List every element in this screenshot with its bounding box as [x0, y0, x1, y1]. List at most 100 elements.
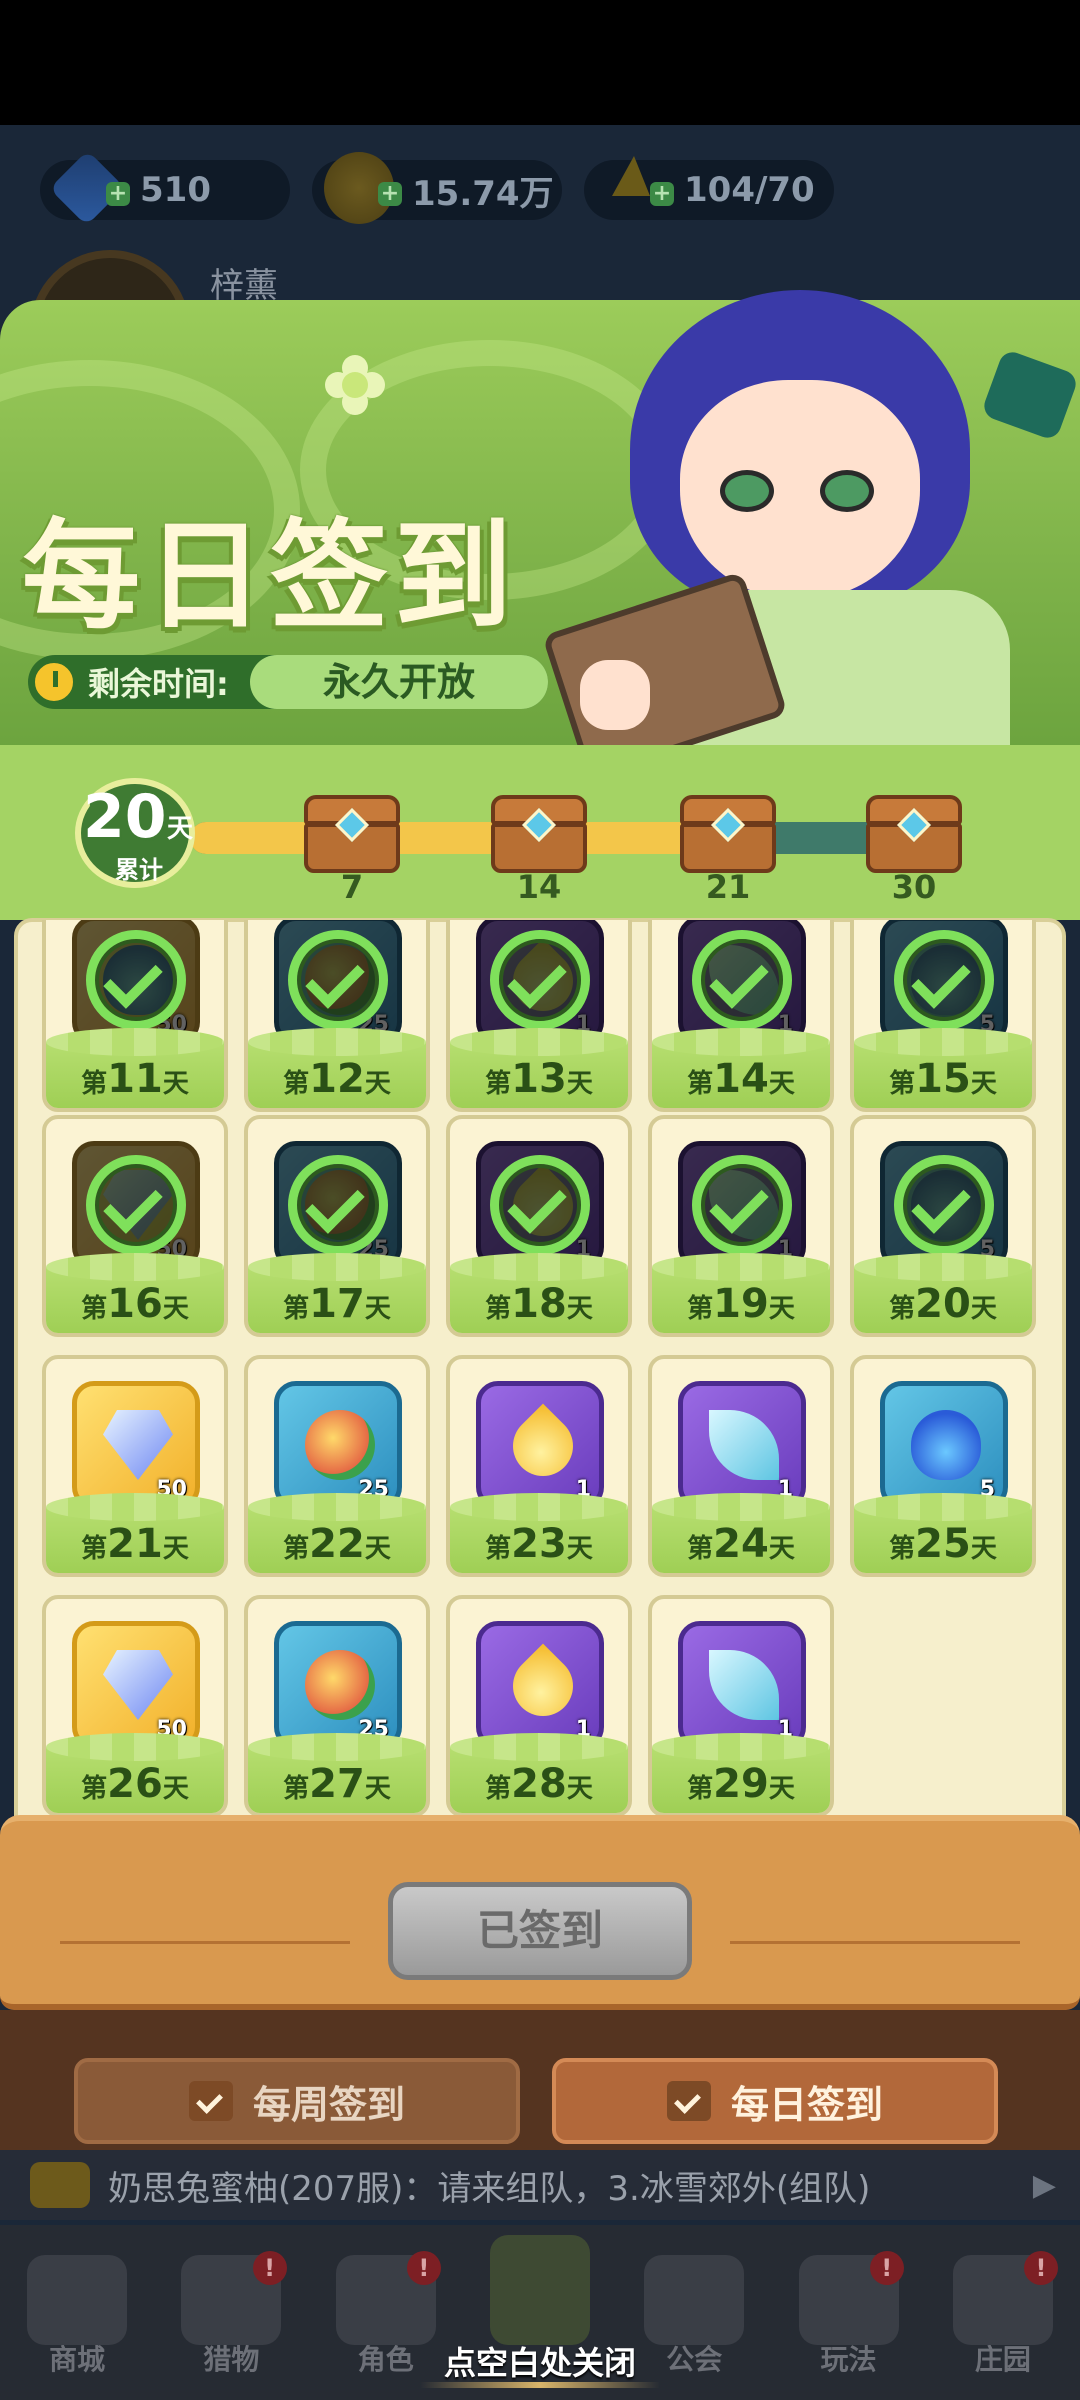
- tab-weekly-label: 每周签到: [252, 2082, 405, 2127]
- alert-badge: !: [1023, 2251, 1058, 2285]
- day-label: 第16天: [81, 1281, 189, 1327]
- day-label: 第27天: [283, 1761, 391, 1807]
- day-label: 第14天: [687, 1056, 795, 1102]
- reward-item-icon: 25: [274, 1381, 402, 1509]
- coins-pill[interactable]: + 15.74万: [312, 152, 562, 224]
- signed-button[interactable]: 已签到: [388, 1882, 692, 1980]
- reward-item-icon: 50: [72, 1621, 200, 1749]
- calendar-day-cell[interactable]: 1 第29天: [648, 1595, 834, 1817]
- alert-badge: !: [406, 2251, 441, 2285]
- milestone-chest-icon[interactable]: [680, 795, 776, 873]
- tab-weekly-checkin[interactable]: 每周签到: [74, 2058, 520, 2144]
- remaining-value: 永久开放: [250, 655, 548, 709]
- resource-bar: + 510 + 15.74万 + 104/70: [40, 150, 834, 226]
- calendar-day-cell[interactable]: 25 第17天: [244, 1115, 430, 1337]
- reward-item-icon: 1: [678, 1621, 806, 1749]
- day-label: 第11天: [81, 1056, 189, 1102]
- energy-value: 104/70: [684, 170, 815, 210]
- day-label: 第21天: [81, 1521, 189, 1567]
- chat-message: 奶思兔蜜柚(207服)：请来组队，3.冰雪郊外(组队): [108, 2168, 871, 2209]
- close-hint-label: 点空白处关闭: [443, 2344, 636, 2382]
- calendar-day-cell[interactable]: 50 第21天: [42, 1355, 228, 1577]
- milestone-label: 14: [516, 868, 562, 906]
- calendar-grid: 50 第11天 25 第12天 1 第13天 1 第14天 5 第15天 50 第16天 25 第17天 1…: [28, 920, 1062, 1830]
- day-label: 第23天: [485, 1521, 593, 1567]
- reward-item-icon: 5: [880, 1381, 1008, 1509]
- checkmark-icon: [490, 930, 590, 1030]
- day-label: 第15天: [889, 1056, 997, 1102]
- remaining-time: 剩余时间: 永久开放: [28, 655, 548, 709]
- plus-icon: +: [378, 182, 402, 206]
- milestone-label: 30: [891, 868, 937, 906]
- day-label: 第25天: [889, 1521, 997, 1567]
- checkmark-icon: [894, 1155, 994, 1255]
- day-label: 第24天: [687, 1521, 795, 1567]
- status-bar: [0, 0, 1080, 125]
- calendar-day-cell[interactable]: 50 第26天: [42, 1595, 228, 1817]
- day-label: 第26天: [81, 1761, 189, 1807]
- day-label: 第22天: [283, 1521, 391, 1567]
- day-label: 第18天: [485, 1281, 593, 1327]
- event-title: 每日签到: [22, 507, 519, 645]
- progress-fill: [190, 822, 704, 854]
- calendar-day-cell[interactable]: 1 第18天: [446, 1115, 632, 1337]
- cumulative-days: 20: [83, 782, 167, 852]
- energy-pill[interactable]: + 104/70: [584, 156, 834, 220]
- checkmark-icon: [692, 1155, 792, 1255]
- close-hint[interactable]: 点空白处关闭: [0, 2338, 1080, 2388]
- calendar-day-cell[interactable]: 1 第19天: [648, 1115, 834, 1337]
- coins-value: 15.74万: [412, 173, 554, 214]
- chat-bar[interactable]: 奶思兔蜜柚(207服)：请来组队，3.冰雪郊外(组队) ▶: [0, 2150, 1080, 2220]
- checkmark-icon: [692, 930, 792, 1030]
- calendar-day-cell[interactable]: 25 第22天: [244, 1355, 430, 1577]
- calendar-day-cell[interactable]: 1 第28天: [446, 1595, 632, 1817]
- calendar-day-cell[interactable]: 25 第27天: [244, 1595, 430, 1817]
- calendar-day-cell[interactable]: 50 第16天: [42, 1115, 228, 1337]
- day-label: 第17天: [283, 1281, 391, 1327]
- calendar-day-cell[interactable]: 5 第20天: [850, 1115, 1036, 1337]
- reward-item-icon: 1: [476, 1621, 604, 1749]
- chevron-right-icon: ▶: [1032, 2168, 1056, 2203]
- checkmark-icon: [288, 930, 388, 1030]
- alert-badge: !: [869, 2251, 904, 2285]
- reward-item-icon: 1: [476, 1381, 604, 1509]
- character-illustration: [541, 280, 1080, 790]
- cumulative-days-badge: 20 天 累计: [75, 778, 195, 888]
- checkmark-icon: [288, 1155, 388, 1255]
- reward-item-icon: 25: [274, 1621, 402, 1749]
- tab-daily-label: 每日签到: [730, 2082, 883, 2127]
- day-label: 第29天: [687, 1761, 795, 1807]
- clock-icon: [30, 658, 78, 706]
- reward-item-icon: 50: [72, 1381, 200, 1509]
- checkmark-icon: [894, 930, 994, 1030]
- calendar-day-cell[interactable]: 5 第15天: [850, 920, 1036, 1112]
- milestone-chest-icon[interactable]: [866, 795, 962, 873]
- calendar-day-cell[interactable]: 50 第11天: [42, 920, 228, 1112]
- plus-icon: +: [650, 182, 674, 206]
- flower-icon: [325, 355, 385, 415]
- calendar-icon: [666, 2081, 711, 2121]
- calendar-day-cell[interactable]: 1 第14天: [648, 920, 834, 1112]
- checkmark-icon: [490, 1155, 590, 1255]
- milestone-label: 7: [340, 868, 364, 906]
- milestone-chest-icon[interactable]: [304, 795, 400, 873]
- milestone-chest-icon[interactable]: [491, 795, 587, 873]
- checkmark-icon: [86, 930, 186, 1030]
- gems-value: 510: [140, 170, 211, 210]
- tab-daily-checkin[interactable]: 每日签到: [552, 2058, 998, 2144]
- calendar-day-cell[interactable]: 1 第13天: [446, 920, 632, 1112]
- calendar-icon: [188, 2081, 233, 2121]
- cumulative-caption: 累计: [115, 856, 163, 884]
- alert-badge: !: [252, 2251, 287, 2285]
- calendar-day-cell[interactable]: 1 第23天: [446, 1355, 632, 1577]
- reward-item-icon: 1: [678, 1381, 806, 1509]
- calendar-day-cell[interactable]: 1 第24天: [648, 1355, 834, 1577]
- plus-icon: +: [106, 182, 130, 206]
- calendar-day-cell[interactable]: 5 第25天: [850, 1355, 1036, 1577]
- calendar-day-cell[interactable]: 25 第12天: [244, 920, 430, 1112]
- chat-bubble-icon: [30, 2162, 90, 2208]
- day-label: 第20天: [889, 1281, 997, 1327]
- day-label: 第13天: [485, 1056, 593, 1102]
- day-label: 第12天: [283, 1056, 391, 1102]
- gems-pill[interactable]: + 510: [40, 150, 290, 226]
